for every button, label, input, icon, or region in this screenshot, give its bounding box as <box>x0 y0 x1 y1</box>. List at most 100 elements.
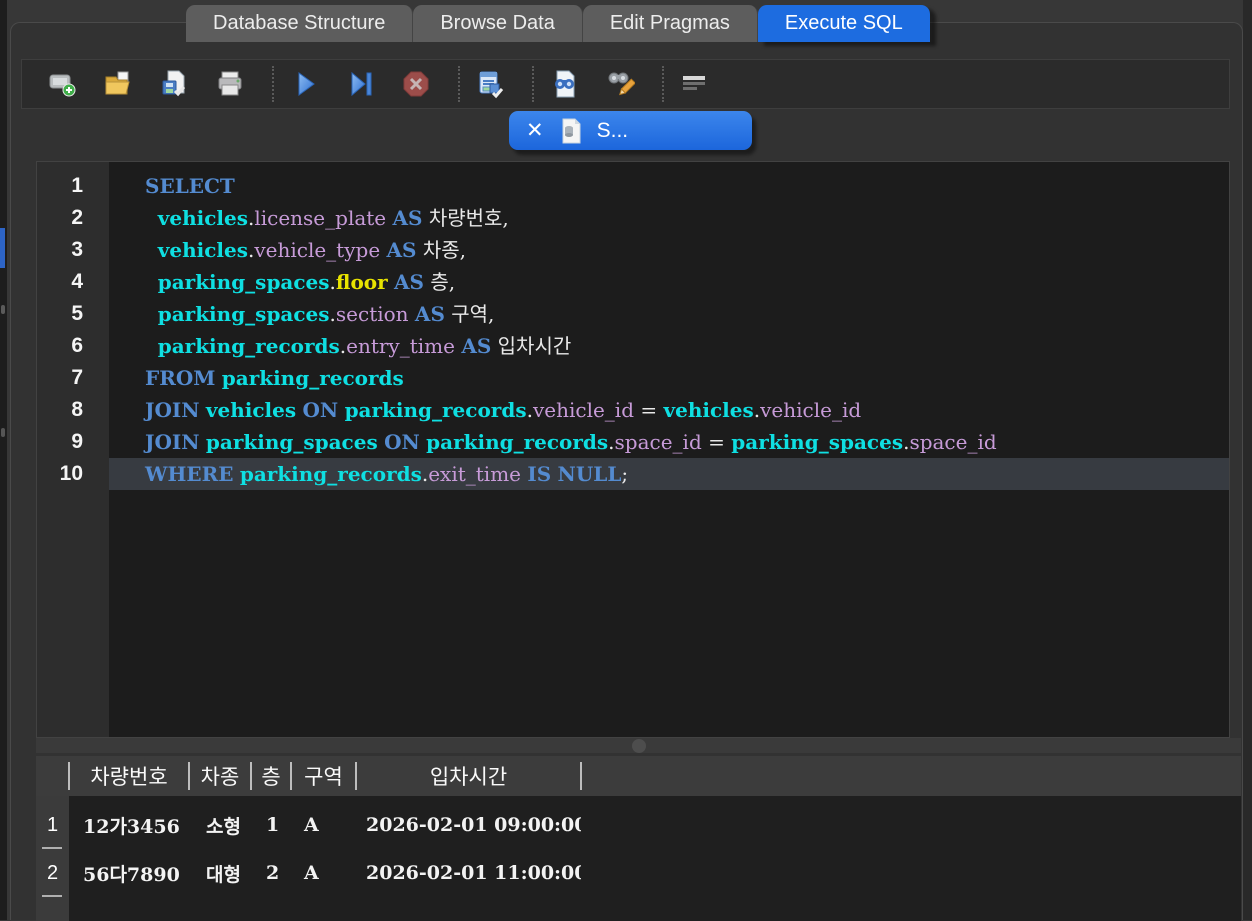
new-tab-icon[interactable] <box>46 68 78 100</box>
code-text: WHERE parking_records.exit_time IS NULL; <box>109 458 1229 490</box>
table-cell[interactable]: A <box>291 814 356 836</box>
table-cell[interactable]: 1 <box>251 814 291 836</box>
code-text: parking_spaces.section AS 구역, <box>109 298 1229 330</box>
line-number: 4 <box>37 266 109 298</box>
token-tbl: parking_records <box>240 462 422 486</box>
toolbar-separator <box>662 66 664 102</box>
code-text: vehicles.vehicle_type AS 차종, <box>109 234 1229 266</box>
table-cell[interactable]: A <box>291 862 356 884</box>
token-kw: ON <box>384 430 420 454</box>
column-header-2[interactable]: 차종 <box>190 761 250 791</box>
token-kw: AS <box>387 238 417 262</box>
word-wrap-icon[interactable] <box>678 68 710 100</box>
table-cell[interactable]: 대형 <box>189 860 251 887</box>
save-results-icon[interactable] <box>474 68 506 100</box>
column-header-4[interactable]: 구역 <box>292 761 355 791</box>
table-cell[interactable]: 2 <box>251 862 291 884</box>
row-number[interactable]: 2 <box>36 849 69 897</box>
code-text: SELECT <box>109 170 1229 202</box>
token-pl <box>145 302 158 326</box>
print-icon[interactable] <box>214 68 246 100</box>
table-row[interactable]: 256다7890대형2A2026-02-01 11:00:00 <box>36 849 1241 897</box>
execute-current-line-icon[interactable] <box>344 68 376 100</box>
code-line: 10WHERE parking_records.exit_time IS NUL… <box>37 458 1229 490</box>
line-number: 6 <box>37 330 109 362</box>
code-line: 4 parking_spaces.floor AS 층, <box>37 266 1229 298</box>
token-kw: SELECT <box>145 174 235 198</box>
table-row[interactable]: 112가3456소형1A2026-02-01 09:00:00 <box>36 801 1241 849</box>
token-tbl: parking_spaces <box>206 430 378 454</box>
token-kw: IS <box>527 462 551 486</box>
token-kw: WHERE <box>145 462 233 486</box>
stop-icon[interactable] <box>400 68 432 100</box>
save-sql-file-icon[interactable] <box>158 68 190 100</box>
token-fn: floor <box>336 270 388 294</box>
token-pl <box>145 334 158 358</box>
results-body: 112가3456소형1A2026-02-01 09:00:00256다7890대… <box>36 796 1241 921</box>
token-kw: AS <box>461 334 491 358</box>
token-kw: ON <box>303 398 339 422</box>
code-line: 3 vehicles.vehicle_type AS 차종, <box>37 234 1229 266</box>
token-pl: 입차시간 <box>491 334 571 358</box>
code-line: 7FROM parking_records <box>37 362 1229 394</box>
token-col: space_id <box>615 430 702 454</box>
background-dot <box>1 305 5 314</box>
code-lines: 1SELECT2 vehicles.license_plate AS 차량번호,… <box>37 162 1229 490</box>
line-number: 9 <box>37 426 109 458</box>
token-tbl: vehicles <box>158 238 248 262</box>
sql-editor[interactable]: 1SELECT2 vehicles.license_plate AS 차량번호,… <box>36 161 1230 738</box>
row-number[interactable]: 1 <box>36 801 69 849</box>
execute-all-icon[interactable] <box>288 68 320 100</box>
column-header-3[interactable]: 층 <box>252 761 290 791</box>
results-header-row: 차량번호차종층구역입차시간 <box>36 756 1241 796</box>
token-pl: 층, <box>424 270 455 294</box>
open-sql-file-icon[interactable] <box>102 68 134 100</box>
splitter-grip-icon[interactable] <box>632 739 646 753</box>
window-left-edge <box>0 0 7 920</box>
tab-browse-data[interactable]: Browse Data <box>413 5 583 42</box>
code-line: 1SELECT <box>37 170 1229 202</box>
token-kw: JOIN <box>145 430 200 454</box>
code-line: 8JOIN vehicles ON parking_records.vehicl… <box>37 394 1229 426</box>
code-line: 2 vehicles.license_plate AS 차량번호, <box>37 202 1229 234</box>
toolbar-separator <box>458 66 460 102</box>
table-cell[interactable]: 2026-02-01 09:00:00 <box>356 814 581 836</box>
code-line: 6 parking_records.entry_time AS 입차시간 <box>37 330 1229 362</box>
code-line: 9JOIN parking_spaces ON parking_records.… <box>37 426 1229 458</box>
token-pl: ; <box>621 462 628 486</box>
column-header-1[interactable]: 차량번호 <box>70 761 188 791</box>
token-pl: = <box>634 398 663 422</box>
token-tbl: parking_records <box>426 430 608 454</box>
code-text: vehicles.license_plate AS 차량번호, <box>109 202 1229 234</box>
code-text: parking_spaces.floor AS 층, <box>109 266 1229 298</box>
main-window-panel: ✕ S... 1SELECT2 vehicles.license_plate A… <box>10 22 1243 920</box>
tab-database-structure[interactable]: Database Structure <box>186 5 413 42</box>
token-tbl: parking_records <box>158 334 340 358</box>
table-cell[interactable]: 소형 <box>189 812 251 839</box>
token-tbl: vehicles <box>206 398 296 422</box>
table-cell[interactable]: 12가3456 <box>69 812 189 839</box>
find-icon[interactable] <box>548 68 580 100</box>
editor-results-splitter[interactable] <box>36 738 1241 753</box>
main-tab-bar: Database StructureBrowse DataEdit Pragma… <box>186 5 930 42</box>
line-number: 8 <box>37 394 109 426</box>
find-replace-icon[interactable] <box>604 68 636 100</box>
token-pl <box>145 238 158 262</box>
token-tbl: parking_spaces <box>158 270 330 294</box>
sql-document-tab[interactable]: ✕ S... <box>509 111 752 150</box>
header-separator <box>580 762 582 790</box>
results-grid: 차량번호차종층구역입차시간 112가3456소형1A2026-02-01 09:… <box>36 756 1241 921</box>
sql-toolbar <box>21 59 1230 109</box>
line-number: 5 <box>37 298 109 330</box>
table-cell[interactable]: 56다7890 <box>69 860 189 887</box>
column-header-5[interactable]: 입차시간 <box>357 761 580 791</box>
tab-edit-pragmas[interactable]: Edit Pragmas <box>583 5 758 42</box>
tab-execute-sql[interactable]: Execute SQL <box>758 5 930 42</box>
close-tab-icon[interactable]: ✕ <box>526 120 544 141</box>
token-kw: NULL <box>558 462 622 486</box>
table-cell[interactable]: 2026-02-01 11:00:00 <box>356 862 581 884</box>
line-number: 7 <box>37 362 109 394</box>
token-tbl: parking_spaces <box>731 430 903 454</box>
token-pl: 차량번호, <box>422 206 508 230</box>
token-col: section <box>336 302 409 326</box>
